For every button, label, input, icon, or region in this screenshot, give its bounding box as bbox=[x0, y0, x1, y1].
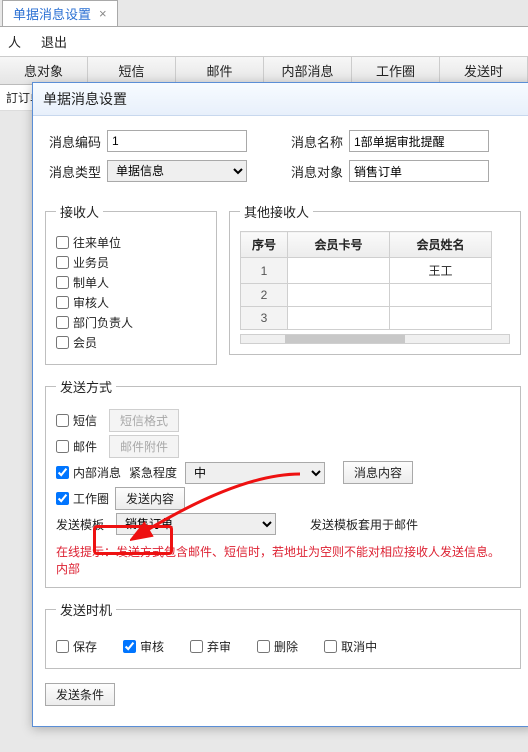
col-header[interactable]: 内部消息 bbox=[264, 57, 352, 84]
timing-item[interactable]: 保存 bbox=[56, 638, 97, 655]
template-note: 发送模板套用于邮件 bbox=[310, 516, 418, 533]
table-header: 会员卡号 bbox=[288, 232, 390, 258]
table-header: 会员姓名 bbox=[390, 232, 492, 258]
recipient-checkbox[interactable] bbox=[56, 316, 69, 329]
recipient-item[interactable]: 审核人 bbox=[56, 294, 206, 311]
send-condition-button[interactable]: 发送条件 bbox=[45, 683, 115, 706]
timing-item[interactable]: 取消中 bbox=[324, 638, 377, 655]
menu-item-exit[interactable]: 退出 bbox=[41, 32, 67, 51]
menu-item-people[interactable]: 人 bbox=[8, 32, 21, 51]
close-icon[interactable]: × bbox=[99, 6, 107, 21]
msg-type-label: 消息类型 bbox=[45, 162, 101, 181]
mail-attach-button: 邮件附件 bbox=[109, 435, 179, 458]
table-row[interactable]: 3 bbox=[241, 307, 492, 330]
internal-msg-checkbox[interactable] bbox=[56, 466, 69, 479]
urgency-select[interactable]: 中 bbox=[185, 462, 325, 484]
msg-content-button[interactable]: 消息内容 bbox=[343, 461, 413, 484]
table-scrollbar[interactable] bbox=[240, 334, 510, 344]
sms-format-button: 短信格式 bbox=[109, 409, 179, 432]
work-circle-label: 工作圈 bbox=[73, 490, 109, 507]
col-header[interactable]: 息对象 bbox=[0, 57, 88, 84]
col-header[interactable]: 短信 bbox=[88, 57, 176, 84]
timing-checkbox-abandon[interactable] bbox=[190, 640, 203, 653]
recipient-checkbox[interactable] bbox=[56, 236, 69, 249]
recipient-item[interactable]: 业务员 bbox=[56, 254, 206, 271]
timing-item[interactable]: 弃审 bbox=[190, 638, 231, 655]
work-circle-content-button[interactable]: 发送内容 bbox=[115, 487, 185, 510]
col-header[interactable]: 发送时 bbox=[440, 57, 528, 84]
timing-legend: 发送时机 bbox=[56, 600, 116, 619]
msg-code-label: 消息编码 bbox=[45, 132, 101, 151]
recipient-checkbox[interactable] bbox=[56, 336, 69, 349]
online-tip: 在线提示：发送方式包含邮件、短信时，若地址为空则不能对相应接收人发送信息。内部 bbox=[56, 543, 510, 577]
main-tab-label: 单据消息设置 bbox=[13, 4, 91, 23]
recipients-legend: 接收人 bbox=[56, 202, 103, 221]
timing-item[interactable]: 审核 bbox=[123, 638, 164, 655]
table-row[interactable]: 2 bbox=[241, 284, 492, 307]
send-method-legend: 发送方式 bbox=[56, 377, 116, 396]
timing-checkbox-audit[interactable] bbox=[123, 640, 136, 653]
template-label: 发送模板 bbox=[56, 516, 112, 533]
recipient-item[interactable]: 会员 bbox=[56, 334, 206, 351]
msg-type-select[interactable]: 单据信息 bbox=[107, 160, 247, 182]
other-recipients-table[interactable]: 序号 会员卡号 会员姓名 1 王工 2 3 bbox=[240, 231, 492, 330]
other-recipients-legend: 其他接收人 bbox=[240, 202, 313, 221]
recipient-item[interactable]: 制单人 bbox=[56, 274, 206, 291]
main-tab[interactable]: 单据消息设置 × bbox=[2, 0, 118, 26]
timing-checkbox-save[interactable] bbox=[56, 640, 69, 653]
recipient-checkbox[interactable] bbox=[56, 296, 69, 309]
recipient-item[interactable]: 部门负责人 bbox=[56, 314, 206, 331]
timing-checkbox-delete[interactable] bbox=[257, 640, 270, 653]
msg-name-input[interactable] bbox=[349, 130, 489, 152]
internal-msg-label: 内部消息 bbox=[73, 464, 121, 481]
msg-obj-label: 消息对象 bbox=[253, 162, 343, 181]
mail-label: 邮件 bbox=[73, 438, 97, 455]
msg-obj-input[interactable] bbox=[349, 160, 489, 182]
mail-checkbox[interactable] bbox=[56, 440, 69, 453]
sms-label: 短信 bbox=[73, 412, 97, 429]
col-header[interactable]: 工作圈 bbox=[352, 57, 440, 84]
recipient-checkbox[interactable] bbox=[56, 276, 69, 289]
table-row[interactable]: 1 王工 bbox=[241, 258, 492, 284]
settings-dialog: 单据消息设置 消息编码 消息名称 消息类型 单据信息 消息对象 接收人 往来单位… bbox=[32, 82, 528, 727]
sms-checkbox[interactable] bbox=[56, 414, 69, 427]
msg-name-label: 消息名称 bbox=[253, 132, 343, 151]
work-circle-checkbox[interactable] bbox=[56, 492, 69, 505]
timing-checkbox-cancel[interactable] bbox=[324, 640, 337, 653]
table-header: 序号 bbox=[241, 232, 288, 258]
recipient-item[interactable]: 往来单位 bbox=[56, 234, 206, 251]
dialog-title: 单据消息设置 bbox=[33, 83, 528, 116]
recipient-checkbox[interactable] bbox=[56, 256, 69, 269]
msg-code-input[interactable] bbox=[107, 130, 247, 152]
template-select[interactable]: 销售订单 bbox=[116, 513, 276, 535]
col-header[interactable]: 邮件 bbox=[176, 57, 264, 84]
urgency-label: 紧急程度 bbox=[129, 464, 177, 481]
timing-item[interactable]: 删除 bbox=[257, 638, 298, 655]
